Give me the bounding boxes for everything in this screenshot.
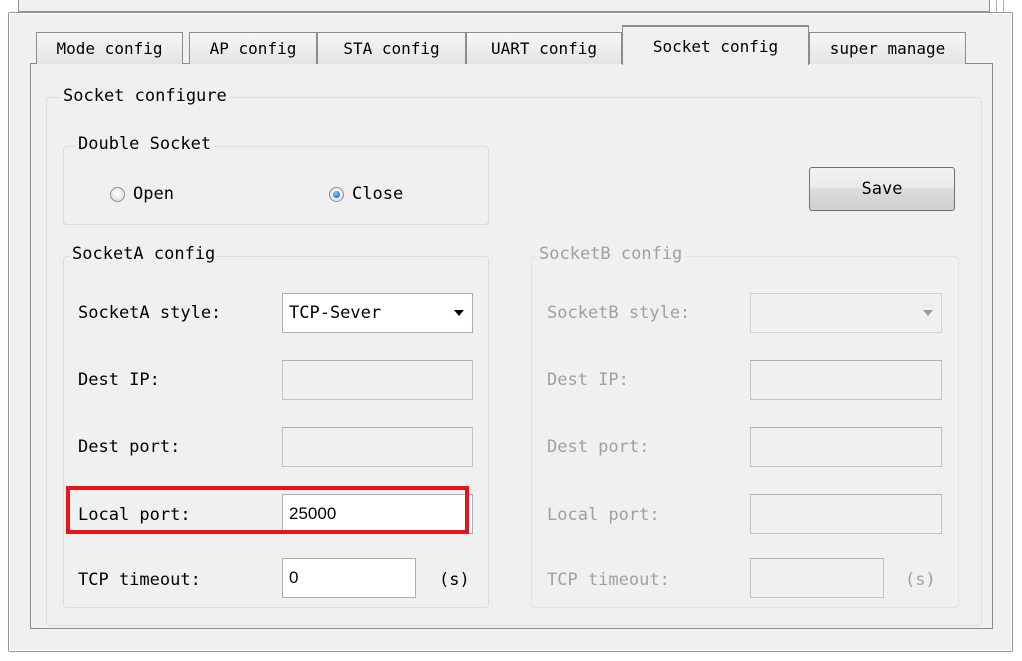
- socket-a-style-value: TCP-Sever: [289, 303, 382, 323]
- socket-b-tcp-timeout-unit: (s): [905, 570, 936, 590]
- tab-label: UART config: [491, 39, 597, 58]
- socket-b-dest-ip-field[interactable]: [750, 360, 942, 400]
- local-port-highlight-box: [66, 486, 469, 534]
- socket-a-dest-ip-field[interactable]: [282, 360, 473, 400]
- socket-b-dest-port-label: Dest port:: [547, 437, 650, 457]
- window-top-edge: [18, 0, 990, 12]
- socket-a-tcp-timeout-unit: (s): [439, 570, 470, 590]
- socket-b-dest-ip-label: Dest IP:: [547, 370, 629, 390]
- save-button[interactable]: Save: [809, 167, 955, 211]
- socket-b-local-port-label: Local port:: [547, 505, 660, 525]
- open-radio[interactable]: [110, 187, 125, 202]
- socket-a-tcp-timeout-field[interactable]: 0: [282, 558, 416, 598]
- socket-a-title: SocketA config: [70, 244, 218, 264]
- double-socket-group: [63, 146, 489, 225]
- socket-a-dest-port-field[interactable]: [282, 427, 473, 467]
- socket-a-dest-ip-label: Dest IP:: [78, 370, 160, 390]
- socket-b-title: SocketB config: [537, 244, 685, 264]
- tab-sta-config[interactable]: STA config: [317, 32, 466, 64]
- socket-b-tcp-timeout-label: TCP timeout:: [547, 570, 670, 590]
- tab-label: AP config: [209, 39, 297, 58]
- socket-b-tcp-timeout-field[interactable]: [750, 558, 884, 598]
- tab-uart-config[interactable]: UART config: [466, 32, 622, 64]
- double-socket-title: Double Socket: [76, 134, 214, 154]
- tab-super-manage[interactable]: super manage: [809, 32, 966, 64]
- radio-selected-dot: [333, 191, 340, 198]
- open-radio-label[interactable]: Open: [133, 184, 174, 204]
- close-radio-label[interactable]: Close: [352, 184, 403, 204]
- socket-b-style-label: SocketB style:: [547, 303, 691, 323]
- tab-label: Socket config: [652, 36, 779, 56]
- socket-b-style-select[interactable]: [750, 293, 942, 333]
- tab-socket-config[interactable]: Socket config: [622, 25, 809, 65]
- socket-configure-title: Socket configure: [61, 86, 229, 106]
- tab-label: Mode config: [56, 39, 163, 58]
- tab-label: STA config: [343, 39, 440, 58]
- socket-a-tcp-timeout-value: 0: [289, 568, 299, 587]
- dropdown-arrow-icon: [923, 310, 933, 316]
- socket-b-dest-port-field[interactable]: [750, 427, 942, 467]
- socket-a-dest-port-label: Dest port:: [78, 437, 181, 457]
- tab-mode-config[interactable]: Mode config: [36, 32, 183, 64]
- save-button-label: Save: [861, 179, 903, 199]
- tab-ap-config[interactable]: AP config: [189, 32, 317, 64]
- tab-label: super manage: [829, 39, 946, 58]
- dropdown-arrow-icon: [454, 310, 464, 316]
- close-radio[interactable]: [329, 187, 344, 202]
- socket-a-tcp-timeout-label: TCP timeout:: [78, 570, 201, 590]
- socket-a-style-select[interactable]: TCP-Sever: [282, 293, 473, 333]
- socket-a-style-label: SocketA style:: [78, 303, 222, 323]
- socket-b-local-port-field[interactable]: [750, 494, 942, 534]
